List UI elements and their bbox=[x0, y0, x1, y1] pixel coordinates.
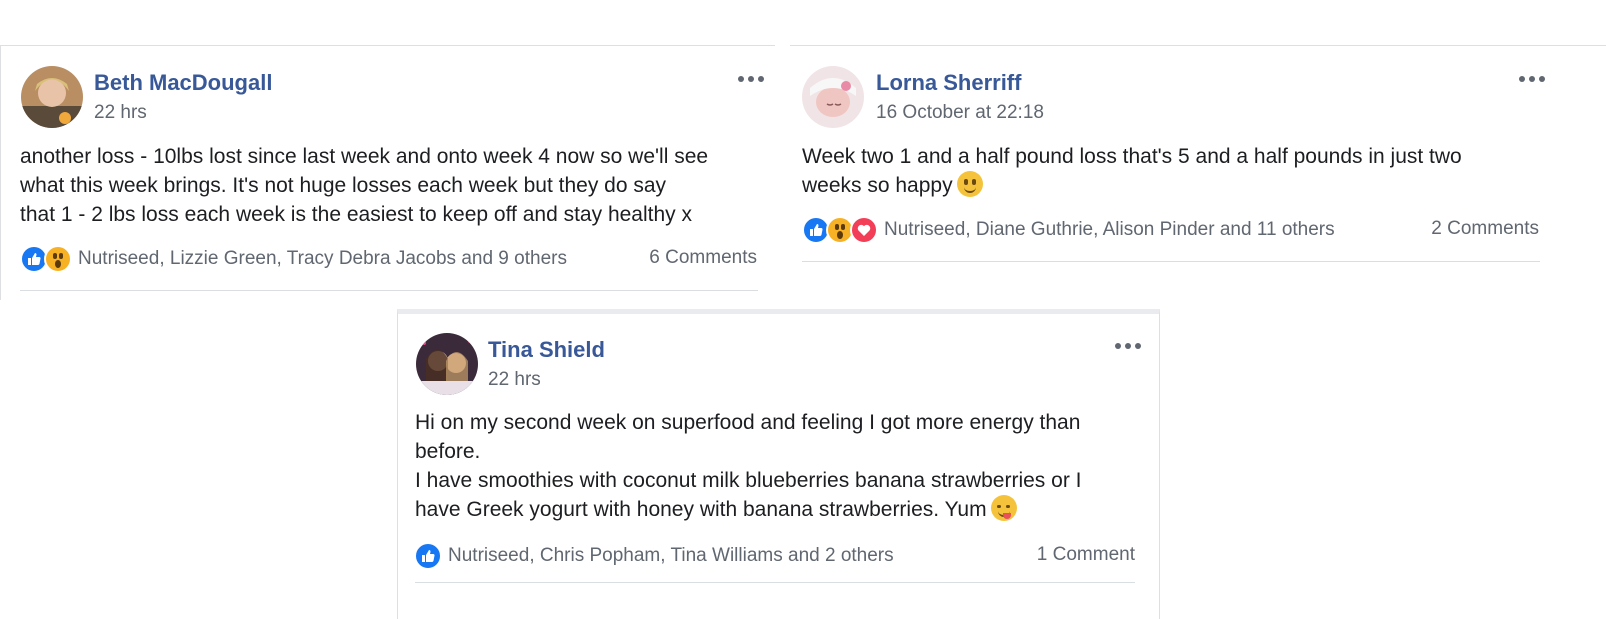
post-time[interactable]: 22 hrs bbox=[488, 369, 541, 391]
savoring-food-face-icon bbox=[990, 495, 1017, 521]
avatar[interactable] bbox=[21, 66, 83, 128]
reactions-text: Nutriseed, Chris Popham, Tina Williams a… bbox=[448, 545, 894, 566]
reactions-text: Nutriseed, Lizzie Green, Tracy Debra Jac… bbox=[78, 248, 567, 269]
post-card-beth: Beth MacDougall 22 hrs another loss - 10… bbox=[0, 45, 775, 300]
reactions-summary[interactable]: Nutriseed, Lizzie Green, Tracy Debra Jac… bbox=[20, 245, 567, 273]
comments-count[interactable]: 2 Comments bbox=[1431, 218, 1539, 240]
author-name[interactable]: Tina Shield bbox=[488, 337, 605, 363]
smiling-face-icon bbox=[956, 171, 983, 197]
more-options-icon[interactable] bbox=[1113, 339, 1143, 353]
comments-count[interactable]: 1 Comment bbox=[1037, 544, 1135, 566]
post-text-content: Hi on my second week on superfood and fe… bbox=[415, 411, 1082, 521]
like-icon bbox=[414, 542, 442, 570]
avatar[interactable] bbox=[416, 333, 478, 395]
post-time[interactable]: 16 October at 22:18 bbox=[876, 102, 1044, 124]
reactions-summary[interactable]: Nutriseed, Chris Popham, Tina Williams a… bbox=[414, 542, 894, 570]
reactions-text: Nutriseed, Diane Guthrie, Alison Pinder … bbox=[884, 219, 1335, 240]
divider bbox=[802, 261, 1540, 262]
more-options-icon[interactable] bbox=[736, 72, 766, 86]
divider bbox=[415, 582, 1135, 583]
post-text: Hi on my second week on superfood and fe… bbox=[415, 408, 1150, 524]
divider bbox=[20, 290, 758, 291]
wow-icon bbox=[44, 245, 72, 273]
post-card-tina: Tina Shield 22 hrs Hi on my second week … bbox=[397, 309, 1160, 619]
post-card-lorna: Lorna Sherriff 16 October at 22:18 Week … bbox=[790, 45, 1606, 275]
post-text-content: Week two 1 and a half pound loss that's … bbox=[802, 145, 1462, 197]
comments-count[interactable]: 6 Comments bbox=[649, 247, 757, 269]
author-name[interactable]: Beth MacDougall bbox=[94, 70, 272, 96]
post-text: another loss - 10lbs lost since last wee… bbox=[20, 145, 709, 226]
post-time[interactable]: 22 hrs bbox=[94, 102, 147, 124]
author-name[interactable]: Lorna Sherriff bbox=[876, 70, 1021, 96]
more-options-icon[interactable] bbox=[1517, 72, 1547, 86]
love-icon bbox=[850, 216, 878, 244]
reactions-summary[interactable]: Nutriseed, Diane Guthrie, Alison Pinder … bbox=[802, 216, 1335, 244]
avatar[interactable] bbox=[802, 66, 864, 128]
post-text: Week two 1 and a half pound loss that's … bbox=[802, 142, 1562, 200]
